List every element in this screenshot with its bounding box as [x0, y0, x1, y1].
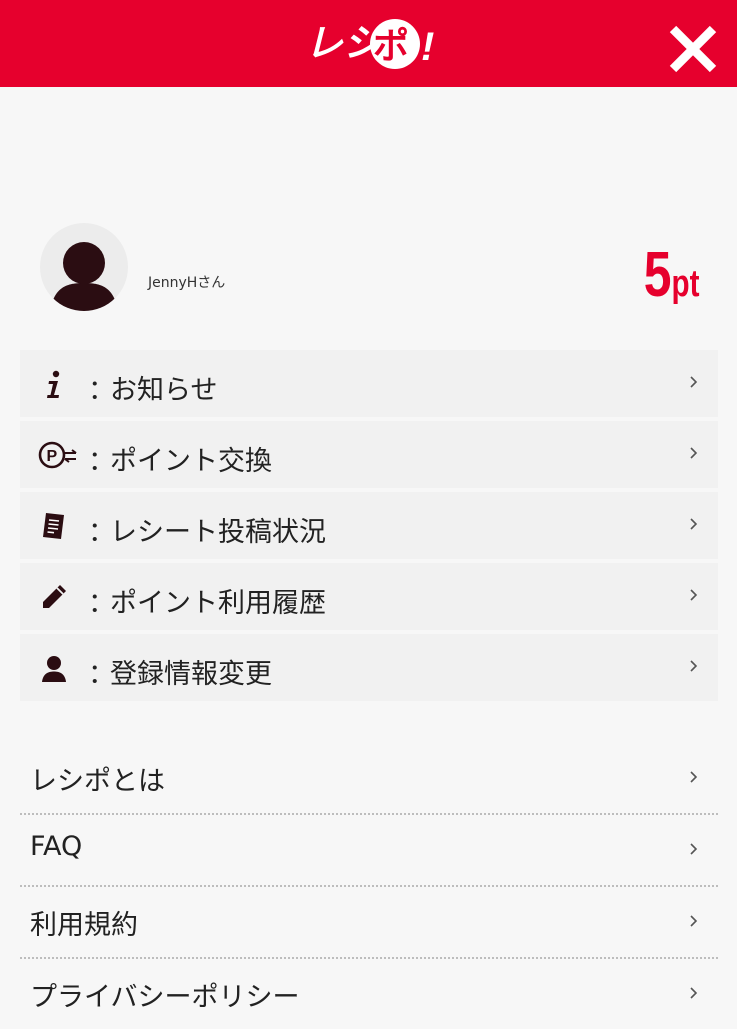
svg-text:ポ: ポ	[373, 25, 409, 66]
link-label: プライバシーポリシー	[30, 982, 300, 1013]
chevron-right-icon	[688, 585, 700, 605]
link-label: 利用規約	[30, 910, 138, 941]
chevron-right-icon	[688, 983, 700, 1003]
avatar	[40, 223, 128, 311]
chevron-right-icon	[688, 767, 700, 787]
points-unit: pt	[671, 263, 699, 305]
menu-label: 登録情報変更	[110, 659, 272, 690]
close-button[interactable]	[666, 22, 720, 76]
menu-item-point-history[interactable]: ： ポイント利用履歴	[20, 563, 718, 630]
menu-item-point-exchange[interactable]: P ： ポイント交換	[20, 421, 718, 488]
link-privacy-policy[interactable]: プライバシーポリシー	[20, 959, 718, 1029]
svg-text:P: P	[47, 448, 58, 465]
points-value: 5	[643, 238, 672, 310]
link-faq[interactable]: FAQ	[20, 815, 718, 887]
receipt-icon	[38, 510, 70, 542]
info-links: レシポとは FAQ 利用規約 プライバシーポリシー	[20, 743, 718, 1029]
menu-label: レシート投稿状況	[110, 517, 326, 548]
menu-item-notices[interactable]: ： お知らせ	[20, 350, 718, 417]
chevron-right-icon	[688, 443, 700, 463]
link-label: レシポとは	[30, 766, 165, 797]
profile-section: JennyHさん 5pt	[0, 220, 737, 320]
link-label: FAQ	[30, 831, 83, 862]
pencil-icon	[38, 581, 70, 613]
svg-text:!: !	[421, 25, 434, 69]
menu-label: お知らせ	[110, 375, 218, 406]
link-terms[interactable]: 利用規約	[20, 887, 718, 959]
menu-item-account-settings[interactable]: ： 登録情報変更	[20, 634, 718, 701]
link-about[interactable]: レシポとは	[20, 743, 718, 815]
points-balance: 5pt	[643, 242, 699, 306]
close-icon	[669, 25, 717, 73]
menu-label: ポイント交換	[110, 446, 272, 477]
chevron-right-icon	[688, 372, 700, 392]
username-label: JennyHさん	[148, 275, 226, 291]
app-logo: レシ ポ !	[305, 14, 435, 72]
chevron-right-icon	[688, 911, 700, 931]
info-icon	[38, 368, 70, 400]
menu-label: ポイント利用履歴	[110, 588, 326, 619]
chevron-right-icon	[688, 514, 700, 534]
menu-item-receipt-status[interactable]: ： レシート投稿状況	[20, 492, 718, 559]
chevron-right-icon	[688, 839, 700, 859]
chevron-right-icon	[688, 656, 700, 676]
point-exchange-icon: P	[38, 439, 77, 471]
app-header: レシ ポ !	[0, 0, 737, 87]
user-icon	[38, 652, 70, 684]
user-silhouette-icon	[50, 242, 118, 311]
main-menu: ： お知らせ P ： ポイント交換 ： レシート投稿状況 ： ポイント利用履歴 …	[20, 350, 718, 705]
